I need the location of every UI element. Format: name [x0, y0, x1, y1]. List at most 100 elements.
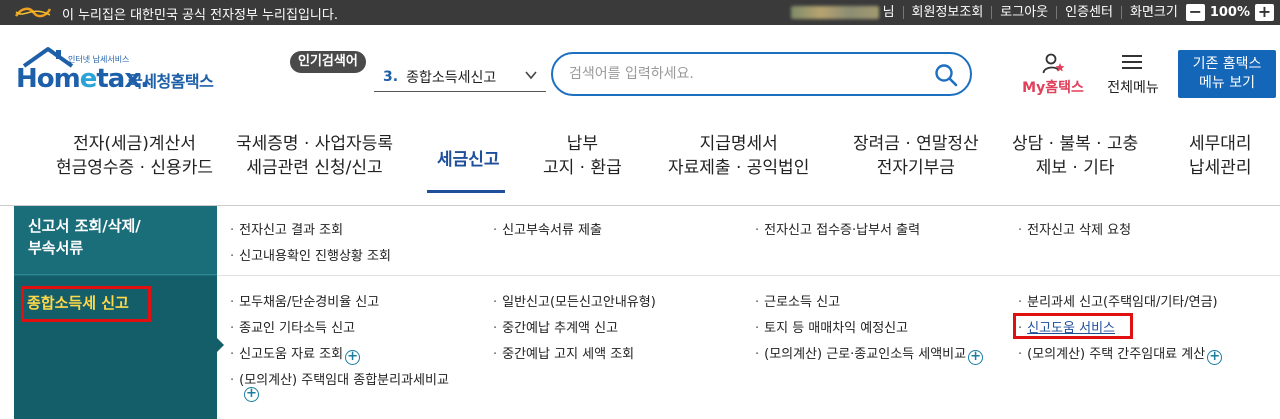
all-menu-button[interactable]: 전체메뉴	[1100, 52, 1166, 96]
nav-active-underline	[427, 190, 505, 193]
cert-center-link[interactable]: 인증센터	[1056, 6, 1121, 19]
search-box	[551, 52, 972, 96]
section-divider	[217, 275, 1280, 276]
old-home-line2: 메뉴 보기	[1199, 75, 1255, 91]
bullet: ·	[493, 295, 498, 310]
link-label: 토지 등 매매차익 예정신고	[764, 321, 909, 336]
old-home-line1: 기존 홈택스	[1192, 56, 1262, 72]
my-hometax-label: My홈택스	[1022, 80, 1084, 96]
member-info-link[interactable]: 회원정보조회	[902, 6, 992, 19]
link-label: (모의계산) 근로·종교인소득 세액비교	[764, 347, 967, 362]
bullet: ·	[755, 223, 760, 238]
link-label: 전자신고 결과 조회	[239, 223, 344, 238]
chevron-down-icon	[525, 71, 537, 80]
link-label: 전자신고 접수증·납부서 출력	[764, 223, 921, 238]
user-star-icon	[1042, 53, 1065, 74]
link-label: 신고부속서류 제출	[502, 223, 602, 238]
government-logo-icon	[14, 7, 52, 18]
wordmark-e: e	[79, 64, 98, 94]
plus-circle-icon[interactable]: +	[244, 387, 259, 402]
submenu-link[interactable]: · 전자신고 접수증·납부서 출력	[755, 219, 920, 238]
plus-circle-icon[interactable]: +	[1207, 350, 1223, 365]
link-label: 신고도움 자료 조회	[239, 347, 344, 362]
submenu-link[interactable]: · 전자신고 결과 조회	[230, 219, 343, 238]
submenu-category-return-inquiry[interactable]: 신고서 조회/삭제/ 부속서류	[14, 206, 217, 275]
active-pointer-arrow	[217, 338, 224, 352]
bullet: ·	[1018, 295, 1023, 310]
link-label: 신고내용확인 진행상황 조회	[239, 249, 391, 264]
link-label: 중간예납 추계액 신고	[502, 321, 619, 336]
submenu-link[interactable]: · 일반신고(모든신고안내유형)	[493, 291, 656, 310]
filing-help-highlight	[1013, 313, 1133, 339]
bullet: ·	[493, 223, 498, 238]
nav-tax-filing-highlight	[0, 132, 1280, 192]
bullet: ·	[1018, 347, 1023, 362]
submenu-link[interactable]: · (모의계산) 주택 간주임대료 계산 +	[1018, 343, 1223, 365]
zoom-in-button[interactable]: +	[1255, 4, 1274, 21]
submenu-sidebar: 신고서 조회/삭제/ 부속서류 종합소득세 신고	[14, 206, 224, 419]
screen-size-label: 화면크기	[1120, 6, 1186, 19]
link-label: (모의계산) 주택 간주임대료 계산	[1027, 347, 1206, 362]
bullet: ·	[230, 373, 235, 388]
bullet: ·	[230, 321, 235, 336]
plus-circle-icon[interactable]: +	[968, 350, 984, 365]
submenu-link[interactable]: · 신고내용확인 진행상황 조회	[230, 245, 391, 264]
link-label: (모의계산) 주택임대 종합분리과세비교	[239, 373, 449, 388]
submenu-link[interactable]: · 신고부속서류 제출	[493, 219, 602, 238]
category-label-income-tax: 종합소득세 신고	[27, 294, 129, 312]
bullet: ·	[230, 223, 235, 238]
submenu-link[interactable]: · 중간예납 추계액 신고	[493, 317, 618, 336]
zoom-value: 100%	[1209, 5, 1250, 20]
link-label: 종교인 기타소득 신고	[239, 321, 356, 336]
my-hometax-button[interactable]: My홈택스	[1016, 52, 1090, 96]
bullet: ·	[230, 249, 235, 264]
nav-tax-filing[interactable]: 세금신고	[437, 145, 500, 170]
gov-notice-text: 이 누리집은 대한민국 공식 전자정부 누리집입니다.	[62, 8, 338, 23]
submenu-link[interactable]: · 근로소득 신고	[755, 291, 840, 310]
link-label: 근로소득 신고	[764, 295, 841, 310]
category-label: 신고서 조회/삭제/	[28, 217, 141, 235]
link-label: 모두채움/단순경비율 신고	[239, 295, 380, 310]
hamburger-icon	[1122, 55, 1142, 70]
bullet: ·	[493, 321, 498, 336]
bullet: ·	[1018, 223, 1023, 238]
bullet: ·	[755, 295, 760, 310]
link-label: 일반신고(모든신고안내유형)	[502, 295, 656, 310]
popular-rank: 3.	[383, 68, 399, 85]
plus-circle-icon[interactable]: +	[345, 350, 361, 365]
submenu-link[interactable]: · 신고도움 자료 조회 +	[230, 343, 361, 365]
search-input[interactable]	[569, 63, 919, 85]
all-menu-label: 전체메뉴	[1107, 80, 1159, 96]
link-label: 분리과세 신고(주택임대/기타/연금)	[1027, 295, 1218, 310]
category-label: 부속서류	[28, 239, 84, 257]
bullet: ·	[493, 347, 498, 362]
submenu-link[interactable]: · 중간예납 고지 세액 조회	[493, 343, 634, 362]
gov-banner: 이 누리집은 대한민국 공식 전자정부 누리집입니다. 님 회원정보조회 로그아…	[0, 0, 1280, 25]
zoom-out-button[interactable]: −	[1185, 4, 1205, 21]
popular-keyword-select[interactable]: 3. 종합소득세신고	[374, 62, 546, 92]
bullet: ·	[755, 347, 760, 362]
link-label: 전자신고 삭제 요청	[1027, 223, 1132, 238]
bullet: ·	[230, 347, 235, 362]
submenu-link[interactable]: · 종교인 기타소득 신고	[230, 317, 355, 336]
hometax-logo[interactable]: 인터넷 납세서비스 Hometax. 국세청홈택스	[14, 46, 229, 96]
submenu-link[interactable]: · 전자신고 삭제 요청	[1018, 219, 1131, 238]
blurred-username	[790, 6, 879, 19]
submenu-link[interactable]: · 토지 등 매매차익 예정신고	[755, 317, 908, 336]
submenu-link[interactable]: · 모두채움/단순경비율 신고	[230, 291, 379, 310]
gov-utility-links: 님 회원정보조회 로그아웃 인증센터 화면크기 − 100% +	[790, 0, 1274, 25]
link-label: 중간예납 고지 세액 조회	[502, 347, 635, 362]
submenu-link[interactable]: · 분리과세 신고(주택임대/기타/연금)	[1018, 291, 1218, 310]
old-hometax-menu-button[interactable]: 기존 홈택스 메뉴 보기	[1178, 50, 1276, 98]
bullet: ·	[755, 321, 760, 336]
brand-korean-name: 국세청홈택스	[128, 72, 214, 91]
submenu-category-income-tax[interactable]: 종합소득세 신고	[14, 276, 217, 419]
logout-link[interactable]: 로그아웃	[991, 6, 1056, 19]
bullet: ·	[230, 295, 235, 310]
wordmark-part: Hom	[16, 64, 81, 94]
submenu-link[interactable]: · (모의계산) 주택임대 종합분리과세비교	[230, 369, 449, 388]
user-suffix: 님	[882, 5, 895, 20]
submenu-link[interactable]: · (모의계산) 근로·종교인소득 세액비교 +	[755, 343, 984, 365]
search-icon[interactable]	[934, 63, 958, 87]
popular-keyword: 종합소득세신고	[406, 69, 497, 86]
